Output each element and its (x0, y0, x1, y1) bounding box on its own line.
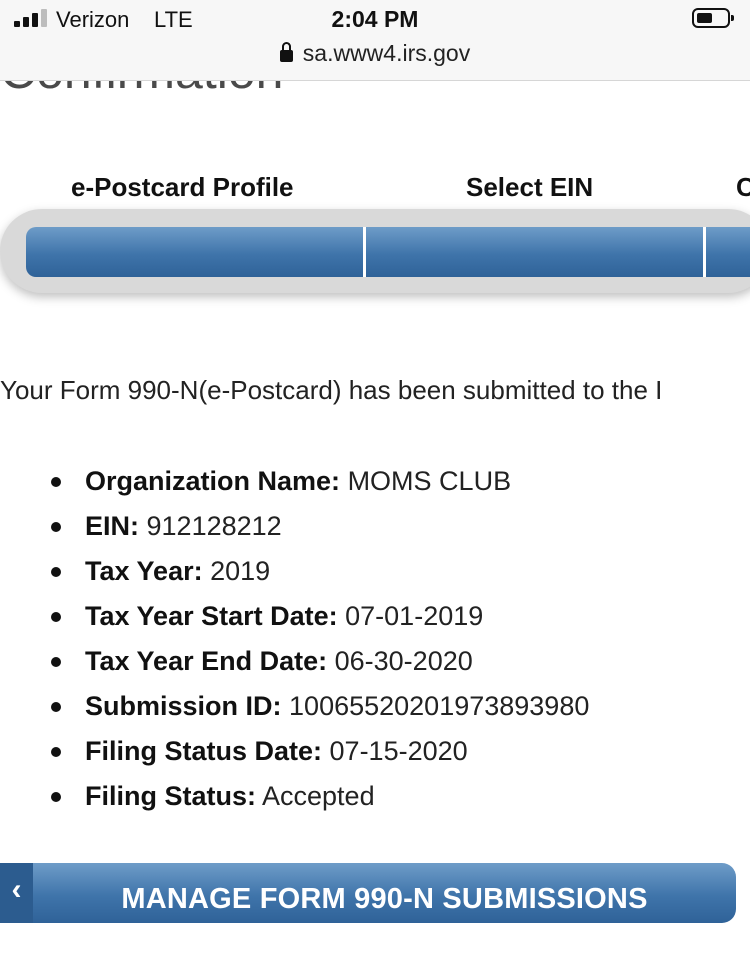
submission-message: Your Form 990-N(e-Postcard) has been sub… (0, 375, 663, 405)
detail-label: Tax Year Start Date: (85, 601, 338, 631)
detail-value: 06-30-2020 (334, 646, 473, 676)
manage-submissions-label: MANAGE FORM 990-N SUBMISSIONS (121, 883, 648, 915)
list-item: Tax Year End Date: 06-30-2020 (0, 642, 750, 687)
address-bar[interactable]: sa.www4.irs.gov (0, 40, 750, 67)
list-item: Filing Status: Accepted (0, 777, 750, 822)
battery-icon (692, 8, 734, 28)
detail-value: 2019 (210, 556, 271, 586)
submission-details-list: Organization Name: MOMS CLUB EIN: 912128… (0, 462, 750, 822)
detail-value: 912128212 (146, 511, 282, 541)
list-item: Filing Status Date: 07-15-2020 (0, 732, 750, 777)
detail-value: 10065520201973893980 (289, 691, 590, 721)
step-labels: e-Postcard Profile Select EIN C (0, 172, 750, 208)
detail-value: 07-15-2020 (329, 736, 468, 766)
list-item: EIN: 912128212 (0, 507, 750, 552)
step-label-profile: e-Postcard Profile (71, 172, 294, 202)
progress-divider (703, 227, 706, 277)
detail-value: Accepted (262, 781, 375, 811)
detail-value: 07-01-2019 (345, 601, 484, 631)
step-label-next: C (736, 172, 750, 202)
list-item: Tax Year Start Date: 07-01-2019 (0, 597, 750, 642)
list-item: Organization Name: MOMS CLUB (0, 462, 750, 507)
detail-value: MOMS CLUB (347, 466, 512, 496)
detail-label: EIN: (85, 511, 139, 541)
detail-label: Tax Year End Date: (85, 646, 328, 676)
chevron-left-icon: ‹ (0, 863, 33, 923)
progress-divider (363, 227, 366, 277)
step-label-select-ein: Select EIN (466, 172, 594, 202)
detail-label: Filing Status Date: (85, 736, 323, 766)
manage-submissions-button[interactable]: ‹ MANAGE FORM 990-N SUBMISSIONS (0, 863, 736, 923)
ios-status-bar: Verizon LTE 2:04 PM sa.www4.irs.gov (0, 0, 750, 81)
progress-bar (26, 227, 750, 277)
list-item: Tax Year: 2019 (0, 552, 750, 597)
list-item: Submission ID: 10065520201973893980 (0, 687, 750, 732)
url-text: sa.www4.irs.gov (302, 40, 471, 66)
detail-label: Tax Year: (85, 556, 203, 586)
page-title: Confirmation (0, 81, 283, 101)
detail-label: Filing Status: (85, 781, 256, 811)
lock-icon (279, 42, 293, 62)
detail-label: Organization Name: (85, 466, 341, 496)
detail-label: Submission ID: (85, 691, 282, 721)
status-time: 2:04 PM (331, 6, 419, 32)
